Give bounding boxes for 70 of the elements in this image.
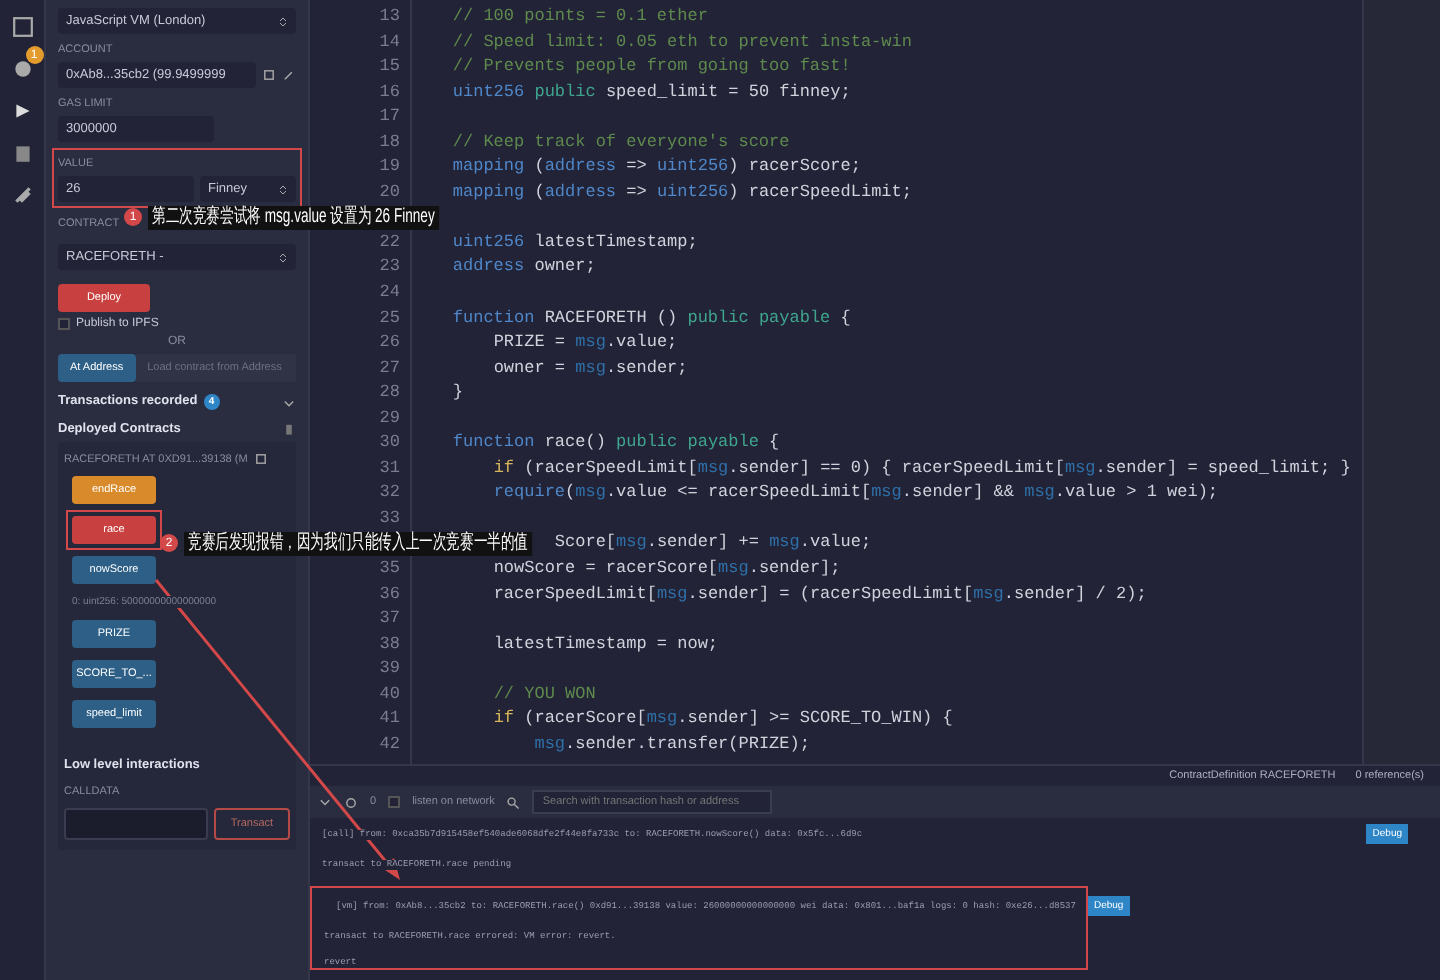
- line-number: 29: [379, 407, 400, 428]
- code-line: mapping (address => uint256) racerScore;: [452, 156, 861, 177]
- deploy-icon: [11, 100, 33, 122]
- publish-checkbox[interactable]: [58, 318, 70, 330]
- code-line: latestTimestamp = now;: [493, 633, 719, 654]
- code-line: PRIZE = msg.value;: [493, 332, 678, 353]
- code-line: // Prevents people from going too fast!: [452, 56, 851, 77]
- annotation-text: 第二次竞赛尝试将 msg.value 设置为 26 Finney: [148, 205, 439, 229]
- line-number: 13: [379, 6, 400, 26]
- code-line: uint256 latestTimestamp;: [452, 231, 698, 252]
- code-line: Score[msg.sender] += msg.value;: [554, 532, 872, 553]
- annotation-text: 竞赛后发现报错，因为我们只能传入上一次竞赛一半的值: [184, 531, 533, 555]
- trash-icon: [282, 422, 296, 436]
- line-number: 28: [379, 382, 400, 403]
- listen-checkbox[interactable]: [388, 796, 401, 808]
- line-number: 35: [379, 558, 400, 579]
- chevron-icon: [282, 395, 296, 409]
- line-number: 25: [379, 307, 400, 328]
- wrench-icon: [11, 184, 33, 206]
- code-line: }: [452, 382, 464, 403]
- line-number: 37: [379, 608, 400, 629]
- caret-icon: [278, 15, 288, 27]
- code-line: racerSpeedLimit[msg.sender] = (racerSpeedLimit[msg.sender] / 2);: [493, 583, 1147, 604]
- line-number: 26: [379, 332, 400, 353]
- line-number: 14: [379, 31, 400, 52]
- code-line: uint256 public speed_limit = 50 finney;: [452, 81, 851, 102]
- caret-icon: [278, 183, 288, 195]
- edit-icon: [282, 68, 296, 82]
- line-number: 30: [379, 432, 400, 453]
- copy-icon: [253, 452, 268, 466]
- code-line: nowScore = racerScore[msg.sender];: [493, 558, 841, 579]
- code-line: function RACEFORETH () public payable {: [452, 307, 851, 328]
- line-number: 22: [379, 231, 400, 252]
- caret-icon: [278, 251, 288, 263]
- line-number: 16: [379, 81, 400, 102]
- line-number: 15: [379, 56, 400, 77]
- code-line: owner = msg.sender;: [493, 357, 688, 378]
- line-number: 41: [379, 708, 400, 729]
- collapse-icon: [318, 795, 332, 809]
- code-line: // YOU WON: [493, 683, 596, 704]
- line-number: 27: [379, 357, 400, 378]
- code-line: mapping (address => uint256) racerSpeedLimit;: [452, 181, 912, 202]
- calldata-field[interactable]: [64, 808, 208, 840]
- code-line: // Keep track of everyone's score: [452, 131, 790, 152]
- code-line: // 100 points = 0.1 ether: [452, 6, 708, 26]
- code-line: require(msg.value <= racerSpeedLimit[msg.sender] && msg.value > 1 wei);: [493, 482, 1219, 503]
- code-line: if (racerSpeedLimit[msg.sender] == 0) { racerSpeedLimit[msg.sender] = speed_limit; }: [493, 457, 1351, 478]
- line-number: 36: [379, 583, 400, 604]
- line-number: 24: [379, 282, 400, 303]
- code-line: function race() public payable {: [452, 432, 780, 453]
- line-number: 19: [379, 156, 400, 177]
- line-number: 20: [379, 181, 400, 202]
- line-number: 38: [379, 633, 400, 654]
- code-line: address owner;: [452, 256, 596, 277]
- code-line: msg.sender.transfer(PRIZE);: [534, 733, 810, 754]
- line-number: 33: [379, 507, 400, 528]
- line-number: 31: [379, 457, 400, 478]
- clear-icon: [344, 795, 358, 809]
- line-number: 18: [379, 131, 400, 152]
- line-number: 39: [379, 658, 400, 679]
- copy-icon: [262, 68, 276, 82]
- code-line: if (racerScore[msg.sender] >= SCORE_TO_WIN) {: [493, 708, 953, 729]
- search-icon: [506, 795, 521, 809]
- line-number: 32: [379, 482, 400, 503]
- line-number: 42: [379, 733, 400, 754]
- line-number: 17: [379, 106, 400, 127]
- line-number: 40: [379, 683, 400, 704]
- code-line: // Speed limit: 0.05 eth to prevent insta-win: [452, 31, 912, 52]
- trash-icon: [11, 142, 33, 164]
- line-number: 23: [379, 256, 400, 277]
